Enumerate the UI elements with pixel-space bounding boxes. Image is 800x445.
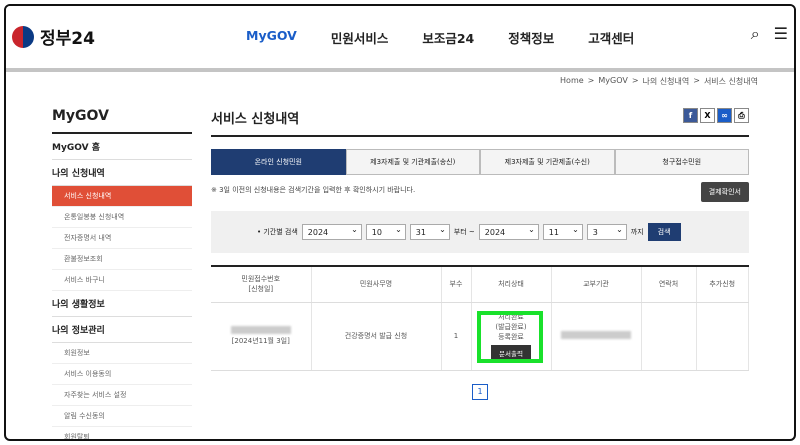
col-status: 처리상태 — [471, 266, 552, 303]
col-copies: 부수 — [441, 266, 472, 303]
search-icon[interactable]: ⌕ — [751, 26, 760, 42]
col-agency: 교부기관 — [551, 266, 642, 303]
notice: ※ 3일 이전의 신청내용은 검색기간을 입력한 후 확인하시기 바랍니다. 결제… — [211, 182, 749, 202]
tab-bar: 온라인 신청민원 제3자제출 및 기관제출(송신) 제3자제출 및 기관제출(수… — [211, 149, 749, 175]
menu-icon[interactable]: ☰ — [774, 26, 788, 42]
search-box: • 기간별 검색 2024 10 31 부터 ~ 2024 11 3 까지 검색 — [211, 211, 749, 253]
crumb-sep: > — [631, 76, 639, 85]
to-year-select[interactable]: 2024 — [478, 224, 539, 240]
notice-text: ※ 3일 이전의 신청내용은 검색기간을 입력한 후 확인하시기 바랍니다. — [211, 186, 416, 194]
nav-civil[interactable]: 민원서비스 — [331, 28, 389, 47]
from-month-select[interactable]: 10 — [365, 224, 406, 240]
redacted-number — [230, 326, 291, 334]
nav-support[interactable]: 고객센터 — [588, 28, 634, 47]
to-suffix: 까지 — [630, 228, 644, 236]
side-sub-item[interactable]: 알림 수신동의 — [52, 406, 192, 427]
nav-policy[interactable]: 정책정보 — [508, 28, 554, 47]
page-1[interactable]: 1 — [472, 383, 488, 400]
search-label: • 기간별 검색 — [257, 228, 298, 236]
copies: 1 — [441, 302, 472, 371]
from-day-select[interactable]: 31 — [409, 224, 450, 240]
tab-claim[interactable]: 청구접수민원 — [614, 149, 749, 175]
breadcrumb: Home > MyGOV > 나의 신청내역 > 서비스 신청내역 — [560, 76, 758, 87]
from-suffix: 부터 ~ — [453, 228, 475, 236]
highlight-box — [476, 310, 543, 363]
side-item-manage[interactable]: 나의 정보관리 — [52, 317, 192, 343]
result-table: 민원접수번호 [신청일] 민원사무명 부수 처리상태 교부기관 연락처 추가신청… — [211, 265, 749, 371]
side-sub-item[interactable]: 자주찾는 서비스 설정 — [52, 385, 192, 406]
crumb-current: 서비스 신청내역 — [703, 77, 758, 86]
side-sub-item[interactable]: 온통일봉봉 신청내역 — [52, 207, 192, 228]
from-year-select[interactable]: 2024 — [301, 224, 362, 240]
tab-send[interactable]: 제3자제출 및 기관제출(송신) — [345, 149, 480, 175]
to-month-select[interactable]: 11 — [542, 224, 583, 240]
side-sub-item[interactable]: 전자증명서 내역 — [52, 228, 192, 249]
browser-frame: 정부24 MyGOV 민원서비스 보조금24 정책정보 고객센터 ⌕ ☰ Home… — [4, 4, 796, 441]
redacted-agency — [561, 331, 631, 339]
confirm-button[interactable]: 결제확인서 — [700, 182, 749, 202]
side-sub-item[interactable]: 회원정보 — [52, 343, 192, 364]
x-icon[interactable]: X — [700, 108, 715, 123]
side-item-life[interactable]: 나의 생활정보 — [52, 291, 192, 317]
apply-date: [2024년11월 3일] — [231, 337, 290, 345]
crumb-home[interactable]: Home — [560, 76, 584, 87]
pagination: 1 — [211, 379, 749, 400]
side-sub-item[interactable]: 서비스 바구니 — [52, 270, 192, 291]
tab-receive[interactable]: 제3자제출 및 기관제출(수신) — [480, 149, 615, 175]
col-receipt: 민원접수번호 [신청일] — [211, 266, 312, 303]
facebook-icon[interactable]: f — [683, 108, 698, 123]
print-icon[interactable]: ⎙ — [734, 108, 749, 123]
side-nav: MyGOV MyGOV 홈 나의 신청내역 서비스 신청내역 온통일봉봉 신청내… — [52, 108, 192, 439]
crumb-mine[interactable]: 나의 신청내역 — [643, 76, 690, 87]
tab-online[interactable]: 온라인 신청민원 — [211, 149, 346, 175]
to-day-select[interactable]: 3 — [586, 224, 627, 240]
side-sub-service[interactable]: 서비스 신청내역 — [52, 186, 192, 207]
side-item-mine[interactable]: 나의 신청내역 — [52, 160, 192, 186]
crumb-sep: > — [587, 76, 595, 85]
nav-subsidy[interactable]: 보조금24 — [422, 28, 474, 47]
crumb-sep: > — [693, 76, 700, 85]
col-name: 민원사무명 — [311, 266, 442, 303]
side-sub-item[interactable]: 서비스 이용동의 — [52, 364, 192, 385]
main-content: 서비스 신청내역 f X ∞ ⎙ 온라인 신청민원 제3자제출 및 기관제출(송신) … — [211, 108, 749, 400]
table-row: [2024년11월 3일] 건강증명서 발급 신청 1 처리완료 (발급완료) … — [211, 302, 749, 371]
side-sub-item[interactable]: 회원탈퇴 — [52, 427, 192, 439]
search-button[interactable]: 검색 — [647, 223, 681, 241]
page-title: 서비스 신청내역 f X ∞ ⎙ — [211, 108, 749, 137]
side-sub-item[interactable]: 환불정보조회 — [52, 249, 192, 270]
global-nav: MyGOV 민원서비스 보조금24 정책정보 고객센터 — [246, 28, 668, 47]
link-icon[interactable]: ∞ — [717, 108, 732, 123]
nav-mygov[interactable]: MyGOV — [246, 28, 297, 47]
logo-text: 정부24 — [40, 29, 95, 49]
col-contact: 연락처 — [641, 266, 697, 303]
service-name[interactable]: 건강증명서 발급 신청 — [311, 302, 442, 371]
side-item-home[interactable]: MyGOV 홈 — [52, 134, 192, 160]
header: 정부24 MyGOV 민원서비스 보조금24 정책정보 고객센터 ⌕ ☰ — [6, 6, 794, 68]
logo-mark-icon — [12, 25, 34, 48]
logo[interactable]: 정부24 — [12, 24, 95, 49]
page-title-text: 서비스 신청내역 — [211, 112, 300, 127]
col-extra: 추가신청 — [696, 266, 749, 303]
side-nav-title: MyGOV — [52, 108, 192, 134]
crumb-mygov[interactable]: MyGOV — [598, 76, 627, 87]
header-divider — [6, 68, 794, 72]
